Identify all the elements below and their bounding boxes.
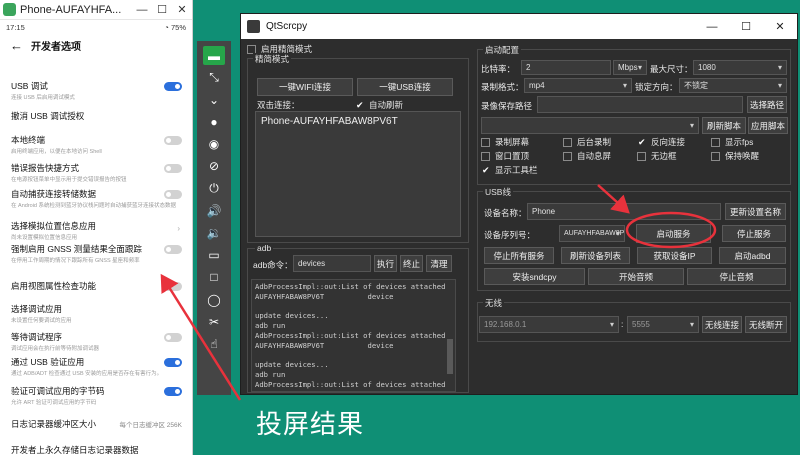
caption-text: 投屏结果 — [256, 410, 365, 440]
highlight-ellipse — [625, 211, 717, 249]
annotation-overlay — [160, 184, 717, 401]
arrow-to-phone — [160, 273, 242, 401]
arrow-to-start-server — [597, 184, 630, 214]
